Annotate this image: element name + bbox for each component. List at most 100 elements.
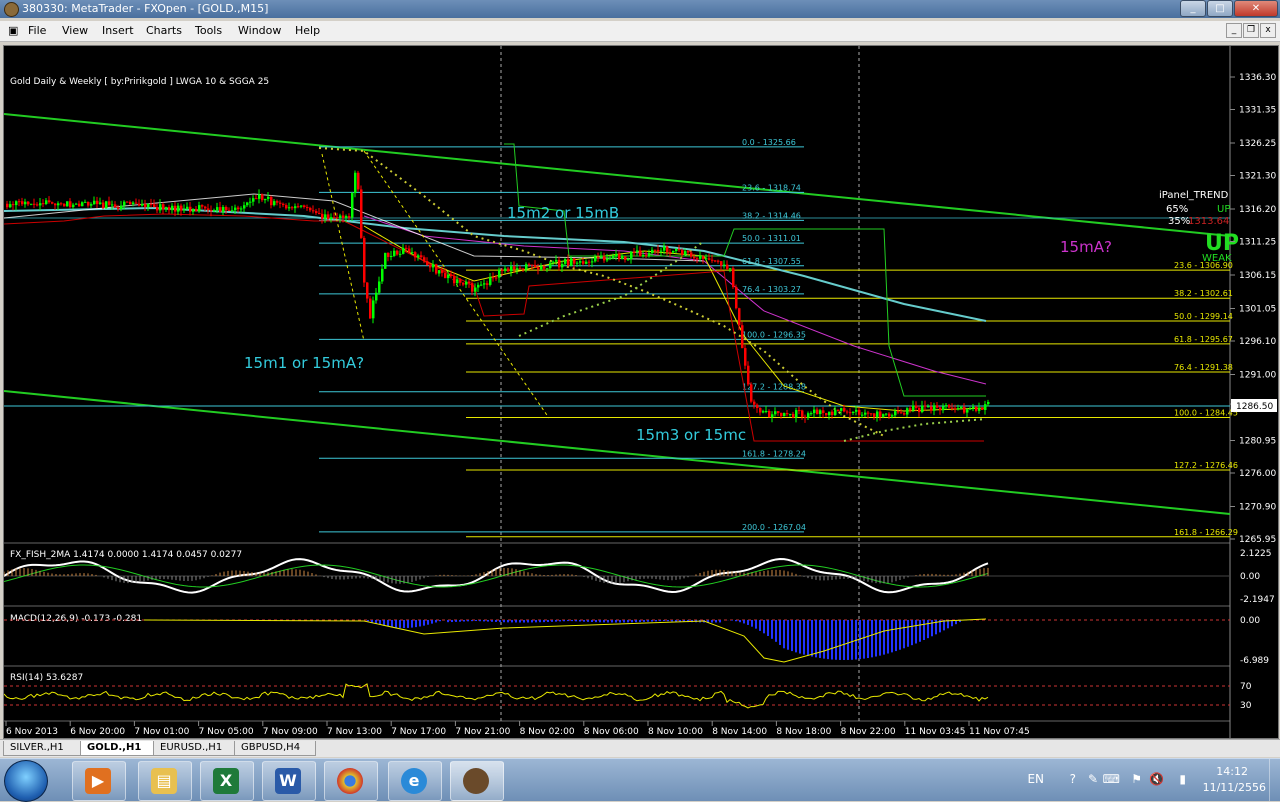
candle-bear [666,246,669,252]
price-chart[interactable]: 0.0 - 1325.66 23.6 - 1318.74 38.2 - 1314.4… [4,46,1278,738]
tab-gold[interactable]: GOLD.,H1 [80,741,158,756]
candle-bear [195,208,198,212]
candle-bear [138,203,141,206]
candle-bull [111,204,114,206]
time-tick-label: 7 Nov 01:00 [134,727,189,737]
chart-window-icon[interactable]: ▣ [8,24,22,38]
candle-bull [663,246,666,251]
menu-window[interactable]: Window [238,24,281,37]
candle-bear [321,213,324,219]
candle-bull [783,413,786,417]
candle-bear [450,274,453,277]
candle-bull [516,268,519,270]
keyboard-icon[interactable]: ⌨ [1103,772,1120,786]
minimize-button[interactable]: _ [1180,0,1206,17]
ipanel-weak: WEAK [1202,253,1232,264]
network-icon[interactable]: ▮ [1179,772,1186,786]
start-button[interactable] [4,760,48,802]
menu-tools[interactable]: Tools [195,24,222,37]
metatrader-button[interactable] [450,761,504,801]
mdi-minimize-button[interactable]: _ [1226,23,1242,38]
fib-left-label: 161.8 - 1278.24 [742,449,806,458]
candle-bear [444,272,447,279]
close-button[interactable]: ✕ [1234,0,1278,17]
word-button[interactable]: W [262,761,316,801]
mdi-restore-button[interactable]: ❐ [1243,23,1259,38]
candle-bull [216,207,219,211]
file-explorer-button[interactable]: ▤ [138,761,192,801]
tab-eurusd[interactable]: EURUSD.,H1 [153,741,239,756]
chrome-button[interactable] [324,761,378,801]
excel-button[interactable]: X [200,761,254,801]
time-tick-label: 8 Nov 06:00 [584,727,639,737]
candle-bear [756,404,759,409]
flag-icon[interactable]: ⚑ [1131,772,1142,786]
candle-bear [441,270,444,273]
language-indicator[interactable]: EN [1027,772,1044,786]
candle-bear [210,210,213,212]
fib-right-label: 38.2 - 1302.61 [1174,289,1233,298]
candle-bear [678,248,681,251]
show-desktop-button[interactable] [1269,759,1280,801]
fib-right-label: 161.8 - 1266.29 [1174,528,1238,537]
candle-bear [297,206,300,208]
clock-date[interactable]: 11/11/2556 [1203,781,1266,794]
candle-bull [840,408,843,411]
internet-explorer-button[interactable]: e [388,761,442,801]
macd-histogram [367,620,961,660]
candle-bear [567,259,570,266]
candle-bear [486,283,489,285]
candle-bear [696,258,699,260]
candle-bear [531,264,534,266]
candle-bear [144,203,147,208]
window-titlebar: 380330: MetaTrader - FXOpen - [GOLD.,M15… [0,0,1280,18]
price-axis: 1336.30 1331.35 1326.25 1321.30 1316.20 1311.… [1230,73,1276,545]
candle-bull [675,248,678,251]
media-player-icon: ▶ [85,768,111,794]
media-player-button[interactable]: ▶ [72,761,126,801]
chart-window[interactable]: 0.0 - 1325.66 23.6 - 1318.74 38.2 - 1314.4… [3,45,1279,739]
pen-icon[interactable]: ✎ [1088,772,1098,786]
candle-bear [318,212,321,214]
candle-bull [90,204,93,206]
candle-bear [897,411,900,413]
candle-bear [867,412,870,414]
macd-scale-top: 0.00 [1240,616,1260,626]
tab-silver[interactable]: SILVER.,H1 [3,741,85,756]
ipanel-p2: 35% [1168,216,1190,227]
candle-bull [852,411,855,414]
candle-bear [495,277,498,279]
candle-bear [948,405,951,408]
candle-bull [984,404,987,410]
candle-bull [231,210,234,212]
candle-bull [186,206,189,210]
volume-icon[interactable]: 🔇 [1149,772,1164,786]
candle-bear [315,211,318,213]
maximize-button[interactable]: □ [1207,0,1233,17]
candle-bear [798,410,801,412]
candle-bear [873,413,876,417]
candle-bear [843,408,846,412]
menu-file[interactable]: File [28,24,46,37]
candle-bull [480,284,483,286]
menu-charts[interactable]: Charts [146,24,182,37]
menu-insert[interactable]: Insert [102,24,134,37]
tab-gbpusd[interactable]: GBPUSD,H4 [234,741,316,756]
candle-bull [330,217,333,220]
candle-bull [957,408,960,410]
candle-bull [393,250,396,256]
candle-bull [906,408,909,415]
candle-bull [921,405,924,413]
mdi-close-button[interactable]: x [1260,23,1276,38]
candle-bear [33,203,36,205]
help-icon[interactable]: ? [1070,772,1076,786]
fib-right-label: 50.0 - 1299.14 [1174,312,1233,321]
candle-bull [66,201,69,207]
candle-bull [504,268,507,271]
clock-time[interactable]: 14:12 [1216,765,1248,778]
menu-help[interactable]: Help [295,24,320,37]
candle-bear [336,217,339,219]
candle-bear [681,250,684,255]
price-tick-label: 1306.15 [1239,271,1276,281]
menu-view[interactable]: View [62,24,88,37]
